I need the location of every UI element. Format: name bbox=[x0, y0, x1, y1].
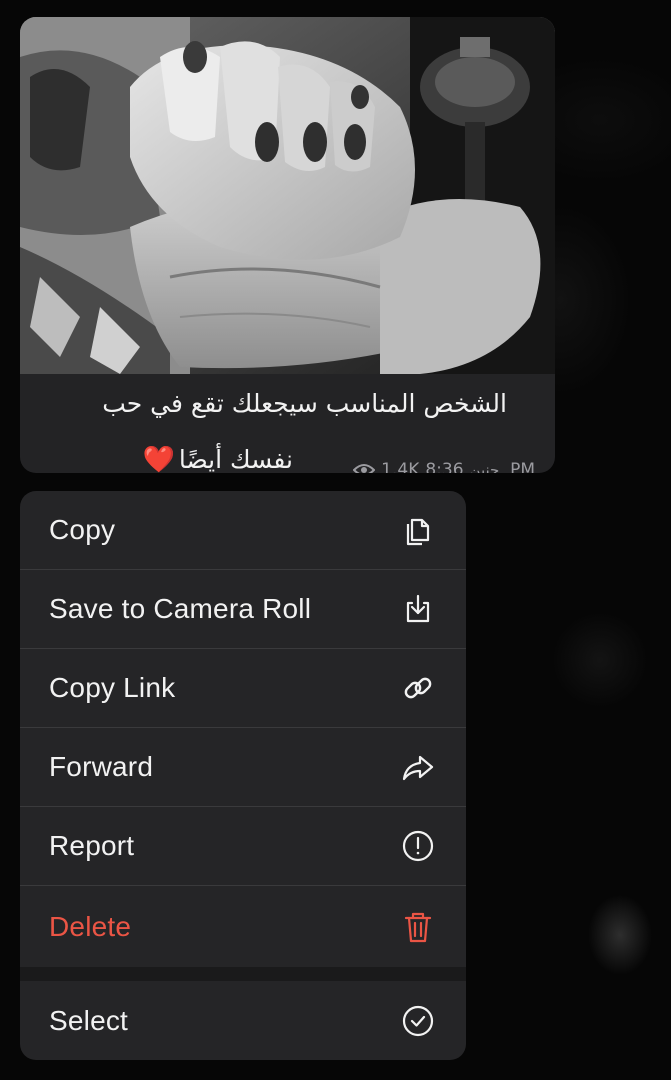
holding-hands-photo bbox=[20, 17, 555, 374]
menu-item-copy[interactable]: Copy bbox=[20, 491, 466, 570]
menu-item-label: Copy Link bbox=[49, 672, 176, 703]
menu-item-save-to-camera-roll[interactable]: Save to Camera Roll bbox=[20, 570, 466, 649]
save-download-icon bbox=[400, 591, 436, 627]
link-icon bbox=[400, 670, 436, 706]
red-heart-emoji: ❤️ bbox=[142, 445, 175, 473]
forward-icon bbox=[400, 749, 436, 785]
menu-item-select[interactable]: Select bbox=[20, 981, 466, 1060]
menu-item-label: Save to Camera Roll bbox=[49, 593, 312, 624]
trash-icon bbox=[400, 909, 436, 945]
eye-views-icon bbox=[352, 462, 376, 473]
checkmark-circle-icon bbox=[400, 1003, 436, 1039]
copy-icon bbox=[400, 512, 436, 548]
message-time: 8:36 bbox=[425, 460, 464, 473]
menu-item-label: Copy bbox=[49, 514, 116, 545]
menu-item-delete[interactable]: Delete bbox=[20, 887, 466, 966]
menu-item-label: Forward bbox=[49, 751, 154, 782]
menu-separator bbox=[20, 967, 466, 981]
message-bubble[interactable]: الشخص المناسب سيجعلك تقع في حب نفسك أيضً… bbox=[20, 17, 555, 473]
report-exclamation-icon bbox=[400, 828, 436, 864]
message-caption-line1: الشخص المناسب سيجعلك تقع في حب bbox=[102, 389, 507, 418]
message-ampm: PM bbox=[510, 460, 535, 473]
message-caption-line2: نفسك أيضًا❤️ bbox=[143, 441, 294, 473]
view-count: 1.4K bbox=[381, 460, 420, 473]
menu-item-report[interactable]: Report bbox=[20, 807, 466, 886]
caption-line2-text: نفسك أيضًا bbox=[178, 445, 293, 473]
menu-item-label: Delete bbox=[49, 910, 132, 942]
message-meta: 1.4K 8:36 حنين, PM bbox=[352, 459, 535, 473]
context-menu: Copy Save to Camera Roll Copy Link Forwa… bbox=[20, 491, 466, 1060]
menu-item-label: Select bbox=[49, 1004, 129, 1036]
menu-item-copy-link[interactable]: Copy Link bbox=[20, 649, 466, 728]
message-photo[interactable] bbox=[20, 17, 555, 374]
menu-item-forward[interactable]: Forward bbox=[20, 728, 466, 807]
message-author: حنين, bbox=[469, 461, 505, 473]
menu-item-label: Report bbox=[49, 830, 135, 861]
